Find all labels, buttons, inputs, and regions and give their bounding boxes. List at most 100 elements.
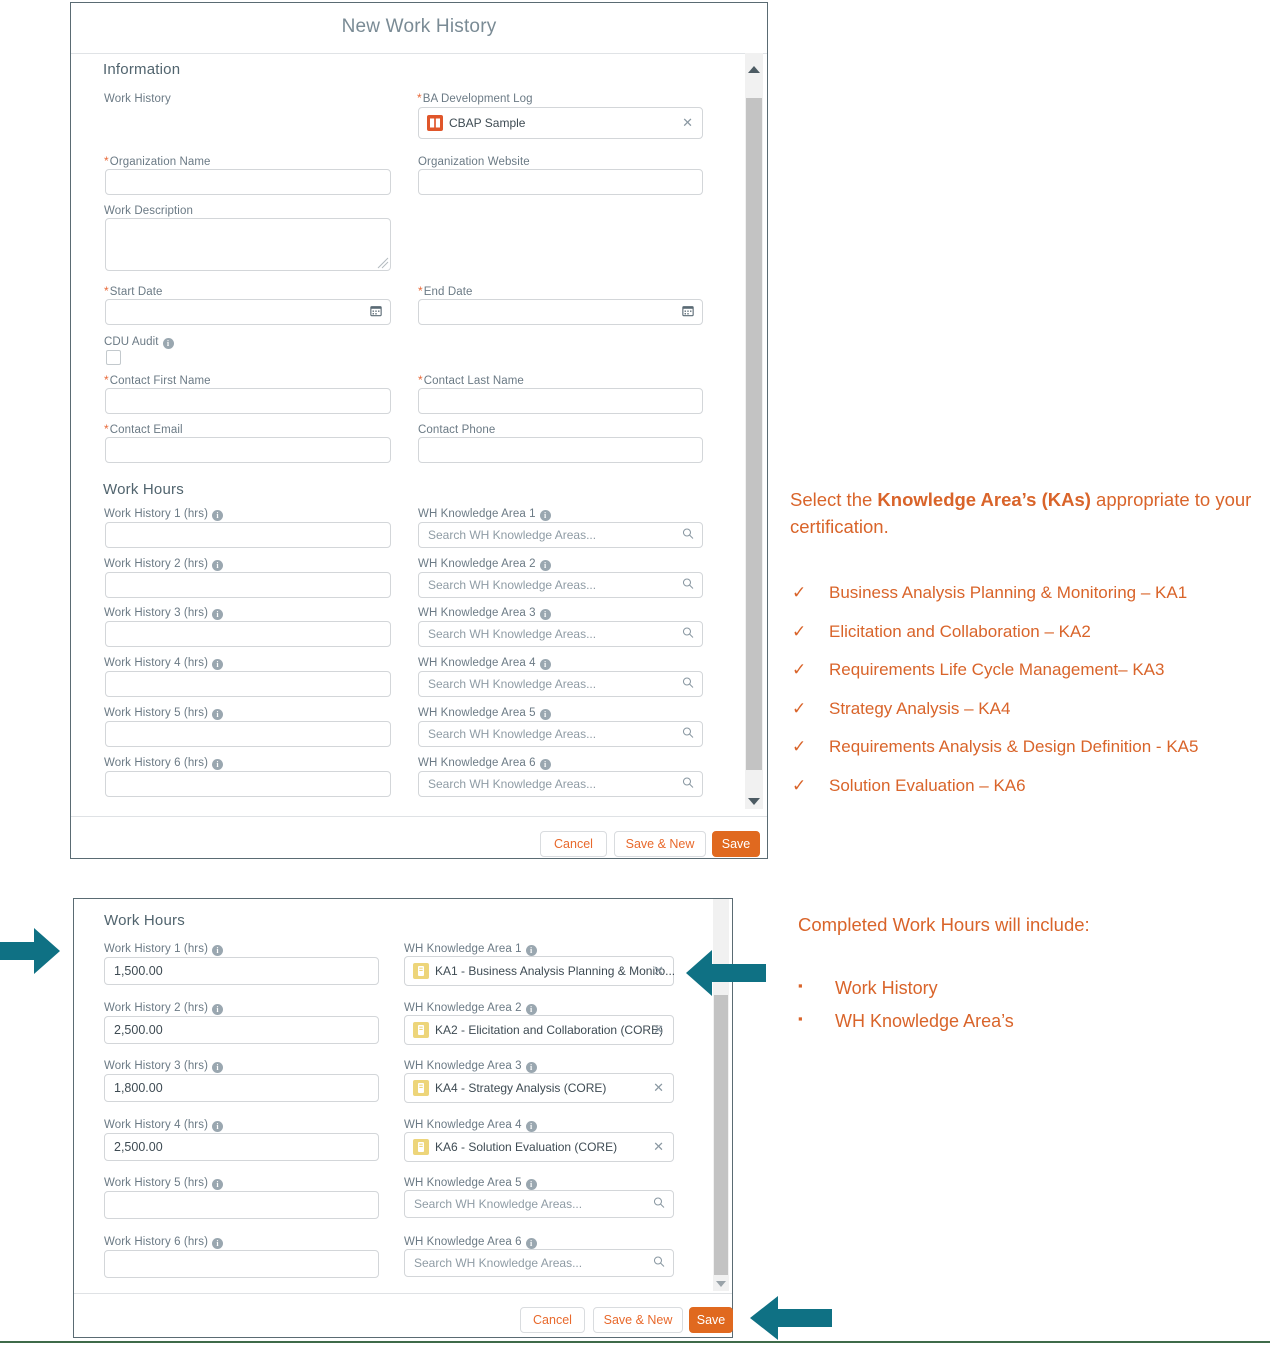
info-icon[interactable]: i <box>212 1062 224 1074</box>
contact-email-input[interactable] <box>105 437 391 463</box>
wh-knowledge-area-value: KA2 - Elicitation and Collaboration (COR… <box>435 1022 664 1037</box>
info-icon[interactable]: i <box>525 1238 537 1249</box>
cancel-button[interactable]: Cancel <box>540 831 607 857</box>
panel-scrollbar-thumb[interactable] <box>714 995 728 1275</box>
wh-knowledge-area-pill[interactable]: KA1 - Business Analysis Planning & Monit… <box>404 956 675 986</box>
work-history-hrs-input[interactable] <box>105 671 391 698</box>
clear-icon[interactable]: ✕ <box>682 115 693 131</box>
end-date-input[interactable] <box>418 299 703 325</box>
scroll-up-arrow-icon[interactable] <box>748 66 760 73</box>
work-history-hrs-value: 1,800.00 <box>114 1081 163 1096</box>
info-icon[interactable]: i <box>525 1179 537 1191</box>
wh-knowledge-area-search-input[interactable]: Search WH Knowledge Areas... <box>418 522 703 548</box>
ka-list-item-label: Requirements Analysis & Design Definitio… <box>829 737 1199 757</box>
work-history-hrs-label: Work History 4 (hrs) i <box>104 657 224 671</box>
save-button[interactable]: Save <box>689 1307 733 1333</box>
cancel-button[interactable]: Cancel <box>520 1307 585 1333</box>
completed-list-item-label: Work History <box>835 978 938 998</box>
work-history-hrs-input[interactable] <box>104 1191 379 1220</box>
organization-website-input[interactable] <box>418 169 703 195</box>
work-history-hrs-input[interactable] <box>105 621 391 648</box>
wh-knowledge-area-search-input[interactable]: Search WH Knowledge Areas... <box>404 1190 674 1219</box>
info-icon[interactable]: i <box>525 945 537 956</box>
wh-knowledge-area-search-input[interactable]: Search WH Knowledge Areas... <box>418 571 703 598</box>
info-icon[interactable]: i <box>212 945 224 956</box>
save-button[interactable]: Save <box>712 831 760 857</box>
info-icon[interactable]: i <box>212 659 224 671</box>
contact-phone-input[interactable] <box>418 437 703 463</box>
organization-name-input[interactable] <box>105 169 391 195</box>
contact-first-name-input[interactable] <box>105 388 391 414</box>
info-icon[interactable]: i <box>212 609 224 621</box>
work-history-hrs-input[interactable] <box>104 1250 379 1278</box>
wh-knowledge-area-pill[interactable]: KA2 - Elicitation and Collaboration (COR… <box>404 1014 674 1045</box>
wh-knowledge-area-pill[interactable]: KA4 - Strategy Analysis (CORE) ✕ <box>404 1073 674 1104</box>
wh-knowledge-area-search-input[interactable]: Search WH Knowledge Areas... <box>404 1249 674 1277</box>
work-history-hrs-input[interactable] <box>105 720 391 747</box>
info-icon[interactable]: i <box>539 559 551 571</box>
info-icon[interactable]: i <box>539 659 551 671</box>
wh-knowledge-area-label: WH Knowledge Area 5i <box>404 1177 537 1191</box>
scroll-down-arrow-icon[interactable] <box>748 798 760 805</box>
work-history-hrs-input[interactable] <box>105 571 391 598</box>
book-icon <box>427 115 443 131</box>
organization-website-label: Organization Website <box>418 156 530 168</box>
wh-knowledge-area-search-input[interactable]: Search WH Knowledge Areas... <box>418 720 703 747</box>
info-icon[interactable]: i <box>539 758 551 770</box>
info-icon[interactable]: i <box>212 758 224 770</box>
info-icon[interactable]: i <box>539 510 551 521</box>
search-icon[interactable] <box>682 577 694 592</box>
info-icon[interactable]: i <box>212 1003 224 1015</box>
search-icon[interactable] <box>682 627 694 642</box>
info-icon[interactable]: i <box>212 510 224 521</box>
info-icon[interactable]: i <box>162 338 174 349</box>
info-icon[interactable]: i <box>525 1003 537 1015</box>
check-icon: ✓ <box>792 621 807 641</box>
wh-knowledge-area-label: WH Knowledge Area 6i <box>404 1236 537 1249</box>
search-icon[interactable] <box>682 726 694 741</box>
end-date-label: *End Date <box>418 284 473 298</box>
info-icon[interactable]: i <box>212 1238 224 1249</box>
work-history-hrs-input[interactable] <box>105 522 391 548</box>
info-icon[interactable]: i <box>525 1120 537 1132</box>
search-icon[interactable] <box>653 1256 665 1271</box>
work-history-hrs-input[interactable]: 1,800.00 <box>104 1074 379 1103</box>
info-icon[interactable]: i <box>539 708 551 720</box>
contact-last-name-input[interactable] <box>418 388 703 414</box>
info-icon[interactable]: i <box>212 559 224 571</box>
calendar-icon[interactable] <box>370 305 382 320</box>
clear-icon[interactable]: ✕ <box>653 1139 664 1155</box>
work-description-textarea[interactable] <box>105 218 391 271</box>
search-icon[interactable] <box>682 528 694 543</box>
start-date-input[interactable] <box>105 299 391 325</box>
info-icon[interactable]: i <box>212 1120 224 1132</box>
clear-icon[interactable]: ✕ <box>653 1022 664 1038</box>
save-and-new-button[interactable]: Save & New <box>614 831 706 857</box>
work-history-hrs-input[interactable]: 1,500.00 <box>104 957 379 985</box>
clear-icon[interactable]: ✕ <box>653 1080 664 1096</box>
save-and-new-button[interactable]: Save & New <box>593 1307 683 1333</box>
wh-knowledge-area-search-input[interactable]: Search WH Knowledge Areas... <box>418 770 703 797</box>
modal-scrollbar-thumb[interactable] <box>746 98 762 770</box>
info-icon[interactable]: i <box>539 609 551 621</box>
calendar-icon[interactable] <box>682 305 694 320</box>
wh-knowledge-area-label: WH Knowledge Area 1i <box>418 508 551 521</box>
work-history-hrs-input[interactable]: 2,500.00 <box>104 1015 379 1044</box>
wh-knowledge-area-pill[interactable]: KA6 - Solution Evaluation (CORE) ✕ <box>404 1131 674 1162</box>
clear-icon[interactable]: ✕ <box>653 963 664 979</box>
section-work-hours-heading: Work Hours <box>103 481 184 498</box>
work-history-hrs-input[interactable]: 2,500.00 <box>104 1132 379 1161</box>
resize-handle-icon[interactable] <box>377 257 389 269</box>
work-history-hrs-input[interactable] <box>105 770 391 797</box>
info-icon[interactable]: i <box>212 1179 224 1191</box>
search-icon[interactable] <box>653 1197 665 1212</box>
info-icon[interactable]: i <box>525 1062 537 1074</box>
info-icon[interactable]: i <box>212 708 224 720</box>
search-icon[interactable] <box>682 776 694 791</box>
cdu-audit-checkbox[interactable] <box>106 350 121 365</box>
scroll-down-arrow-icon[interactable] <box>716 1281 726 1287</box>
search-icon[interactable] <box>682 677 694 692</box>
ba-development-log-field[interactable]: CBAP Sample ✕ <box>418 107 703 139</box>
wh-knowledge-area-search-input[interactable]: Search WH Knowledge Areas... <box>418 671 703 698</box>
wh-knowledge-area-search-input[interactable]: Search WH Knowledge Areas... <box>418 621 703 648</box>
